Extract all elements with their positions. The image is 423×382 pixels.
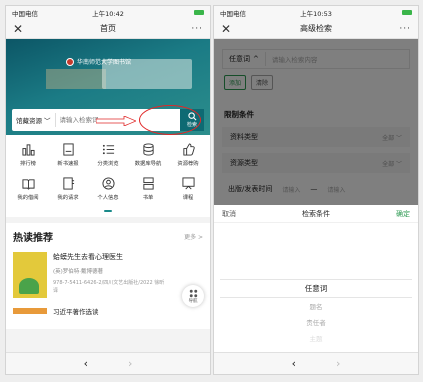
annotation-circle — [139, 105, 201, 135]
ranking-icon — [21, 144, 35, 156]
page-title: 首页 — [100, 24, 116, 33]
confirm-button[interactable]: 确定 — [396, 209, 410, 219]
function-grid: 排行榜 新书速报 分类浏览 数据库导航 资源荐购 我的借阅 我的请求 个人信息 … — [6, 135, 210, 205]
nav-bar: ✕ 首页 ··· — [6, 19, 210, 39]
book-title: 习近平著作选读 — [53, 308, 99, 316]
booklist-icon — [142, 177, 154, 190]
status-bar: 中国电信 上午10:42 — [6, 6, 210, 19]
grid-item-my-requests[interactable]: 我的请求 — [48, 177, 88, 201]
grid-item-course[interactable]: 课程 — [168, 177, 208, 201]
modal-overlay[interactable] — [214, 39, 418, 205]
back-icon[interactable]: ‹ — [292, 357, 296, 370]
book-author: (英)罗伯特·戴博德著 — [53, 269, 104, 275]
hot-reading-section: 热读推荐 更多 > 蛤蟆先生去看心理医生 (英)罗伯特·戴博德著 978-7-5… — [6, 223, 210, 329]
more-icon[interactable]: ··· — [391, 24, 411, 34]
picker-option-selected[interactable]: 任意词 — [220, 279, 412, 298]
more-icon[interactable]: ··· — [183, 24, 203, 34]
nav-bar: ✕ 高级检索 ··· — [214, 19, 418, 39]
cancel-button[interactable]: 取消 — [222, 209, 236, 219]
grid-item-database[interactable]: 数据库导航 — [128, 143, 168, 167]
building-image — [46, 69, 106, 89]
sheet-title: 检索条件 — [302, 209, 330, 218]
battery-icon — [192, 9, 204, 17]
browser-bottom-bar: ‹ › — [6, 352, 210, 374]
library-banner: 华南师范大学图书馆 馆藏资源﹀ 检索 — [6, 39, 210, 135]
course-icon — [181, 177, 195, 190]
search-type-select[interactable]: 馆藏资源 ﹀ — [12, 113, 56, 127]
book-cover — [13, 252, 47, 298]
picker-option[interactable]: 责任者 — [214, 314, 418, 330]
battery-icon — [400, 9, 412, 17]
grid-item-ranking[interactable]: 排行榜 — [8, 143, 48, 167]
back-icon[interactable]: ‹ — [84, 357, 88, 370]
book-cover — [13, 308, 47, 314]
thumbs-up-icon — [182, 143, 195, 156]
new-books-icon — [62, 143, 74, 156]
library-logo: 华南师范大学图书馆 — [66, 57, 131, 66]
floating-nav-button[interactable]: 导航 — [182, 285, 204, 307]
forward-icon[interactable]: › — [336, 357, 340, 370]
page-title: 高级检索 — [300, 24, 332, 33]
grid-item-new-books[interactable]: 新书速报 — [48, 143, 88, 167]
category-list-icon — [102, 144, 114, 155]
user-icon — [101, 177, 115, 190]
book-title: 蛤蟆先生去看心理医生 — [53, 253, 123, 261]
page-indicator — [6, 205, 210, 217]
close-icon[interactable]: ✕ — [13, 22, 33, 36]
annotation-arrow-icon — [96, 116, 136, 126]
picker-option[interactable]: 主题 — [214, 330, 418, 346]
seal-icon — [66, 57, 74, 66]
section-title: 热读推荐 — [13, 233, 53, 244]
grid-item-recommend[interactable]: 资源荐购 — [168, 143, 208, 167]
status-bar: 中国电信 上午10:53 — [214, 6, 418, 19]
carrier-label: 中国电信 — [220, 9, 246, 18]
forward-icon[interactable]: › — [128, 357, 132, 370]
book-publisher: 978-7-5411-6426-2/四川文艺出版社/2022 徐昕译 — [53, 280, 165, 294]
grid-item-my-borrow[interactable]: 我的借阅 — [8, 177, 48, 201]
browser-bottom-bar: ‹ › — [214, 352, 418, 374]
condition-picker-sheet: 取消 检索条件 确定 任意词 题名 责任者 主题 — [214, 205, 418, 353]
carrier-label: 中国电信 — [12, 9, 38, 18]
more-link[interactable]: 更多 > — [184, 232, 203, 241]
picker-option[interactable]: 题名 — [214, 298, 418, 314]
list-item[interactable]: 习近平著作选读 — [13, 306, 203, 316]
home-screen: 中国电信 上午10:42 ✕ 首页 ··· 华南师范大学图书馆 馆藏资源﹀ 检索… — [5, 5, 211, 375]
grid-dots-icon — [189, 289, 197, 297]
open-book-icon — [21, 179, 35, 190]
database-icon — [142, 143, 154, 156]
chevron-down-icon: ﹀ — [44, 117, 51, 125]
grid-item-category[interactable]: 分类浏览 — [88, 143, 128, 167]
list-item[interactable]: 蛤蟆先生去看心理医生 (英)罗伯特·戴博德著 978-7-5411-6426-2… — [13, 252, 203, 298]
advanced-search-screen: 中国电信 上午10:53 ✕ 高级检索 ··· 任意词^ 请输入检索内容 添加 … — [213, 5, 419, 375]
close-icon[interactable]: ✕ — [221, 22, 241, 36]
grid-item-profile[interactable]: 个人信息 — [88, 177, 128, 201]
condition-picker[interactable]: 任意词 题名 责任者 主题 — [214, 279, 418, 346]
grid-item-booklist[interactable]: 书单 — [128, 177, 168, 201]
request-icon — [62, 177, 74, 190]
